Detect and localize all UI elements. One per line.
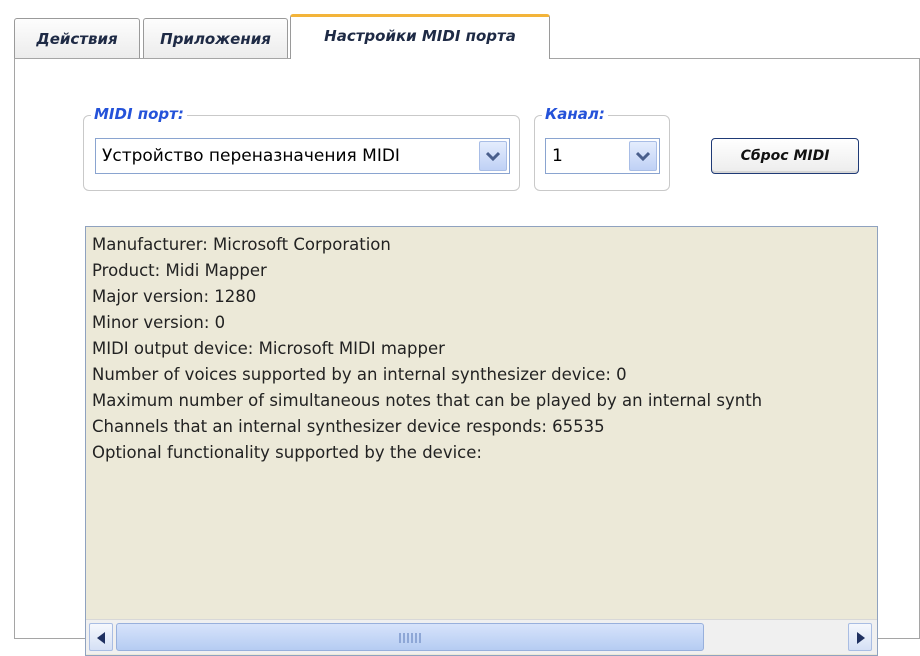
info-line-channels: Channels that an internal synthesizer de… — [92, 417, 605, 436]
channel-dropdown-button[interactable] — [629, 141, 657, 171]
info-line-manufacturer: Manufacturer: Microsoft Corporation — [92, 235, 391, 254]
midi-port-label: MIDI порт: — [91, 104, 187, 124]
device-info-lines: Manufacturer: Microsoft Corporation Prod… — [92, 232, 872, 466]
chevron-down-icon — [486, 151, 500, 161]
midi-port-group: MIDI порт: Устройство переназначения MID… — [83, 104, 520, 191]
channel-value: 1 — [552, 146, 563, 166]
tab-actions[interactable]: Действия — [14, 18, 140, 58]
info-line-minor-version: Minor version: 0 — [92, 313, 226, 332]
info-line-optional-functionality: Optional functionality supported by the … — [92, 443, 482, 462]
info-line-max-notes: Maximum number of simultaneous notes tha… — [92, 391, 763, 410]
reset-midi-button[interactable]: Сброс MIDI — [711, 138, 859, 174]
info-line-major-version: Major version: 1280 — [92, 287, 257, 306]
midi-port-value: Устройство переназначения MIDI — [102, 146, 400, 166]
channel-label: Канал: — [542, 104, 608, 124]
info-line-output-device: MIDI output device: Microsoft MIDI mappe… — [92, 339, 445, 358]
horizontal-scrollbar[interactable] — [86, 619, 877, 654]
reset-midi-label: Сброс MIDI — [740, 148, 830, 164]
settings-panel: MIDI порт: Устройство переназначения MID… — [14, 58, 920, 656]
grip-icon — [399, 633, 421, 643]
tab-label: Настройки MIDI порта — [324, 27, 516, 45]
midi-port-select[interactable]: Устройство переназначения MIDI — [95, 138, 510, 174]
tab-label: Действия — [36, 30, 118, 48]
scroll-right-button[interactable] — [848, 623, 872, 651]
midi-port-dropdown-button[interactable] — [479, 141, 507, 171]
channel-select[interactable]: 1 — [545, 138, 660, 174]
arrow-right-icon — [857, 632, 865, 644]
scroll-left-button[interactable] — [89, 623, 113, 651]
device-info-textarea[interactable]: Manufacturer: Microsoft Corporation Prod… — [85, 226, 878, 656]
info-line-product: Product: Midi Mapper — [92, 261, 267, 280]
arrow-left-icon — [97, 632, 105, 644]
info-line-voices: Number of voices supported by an interna… — [92, 365, 627, 384]
tab-applications[interactable]: Приложения — [143, 18, 288, 58]
tab-midi-port-settings[interactable]: Настройки MIDI порта — [290, 14, 550, 59]
channel-group: Канал: 1 — [534, 104, 670, 191]
scrollbar-thumb[interactable] — [116, 623, 704, 651]
tab-label: Приложения — [160, 30, 271, 48]
chevron-down-icon — [636, 151, 650, 161]
